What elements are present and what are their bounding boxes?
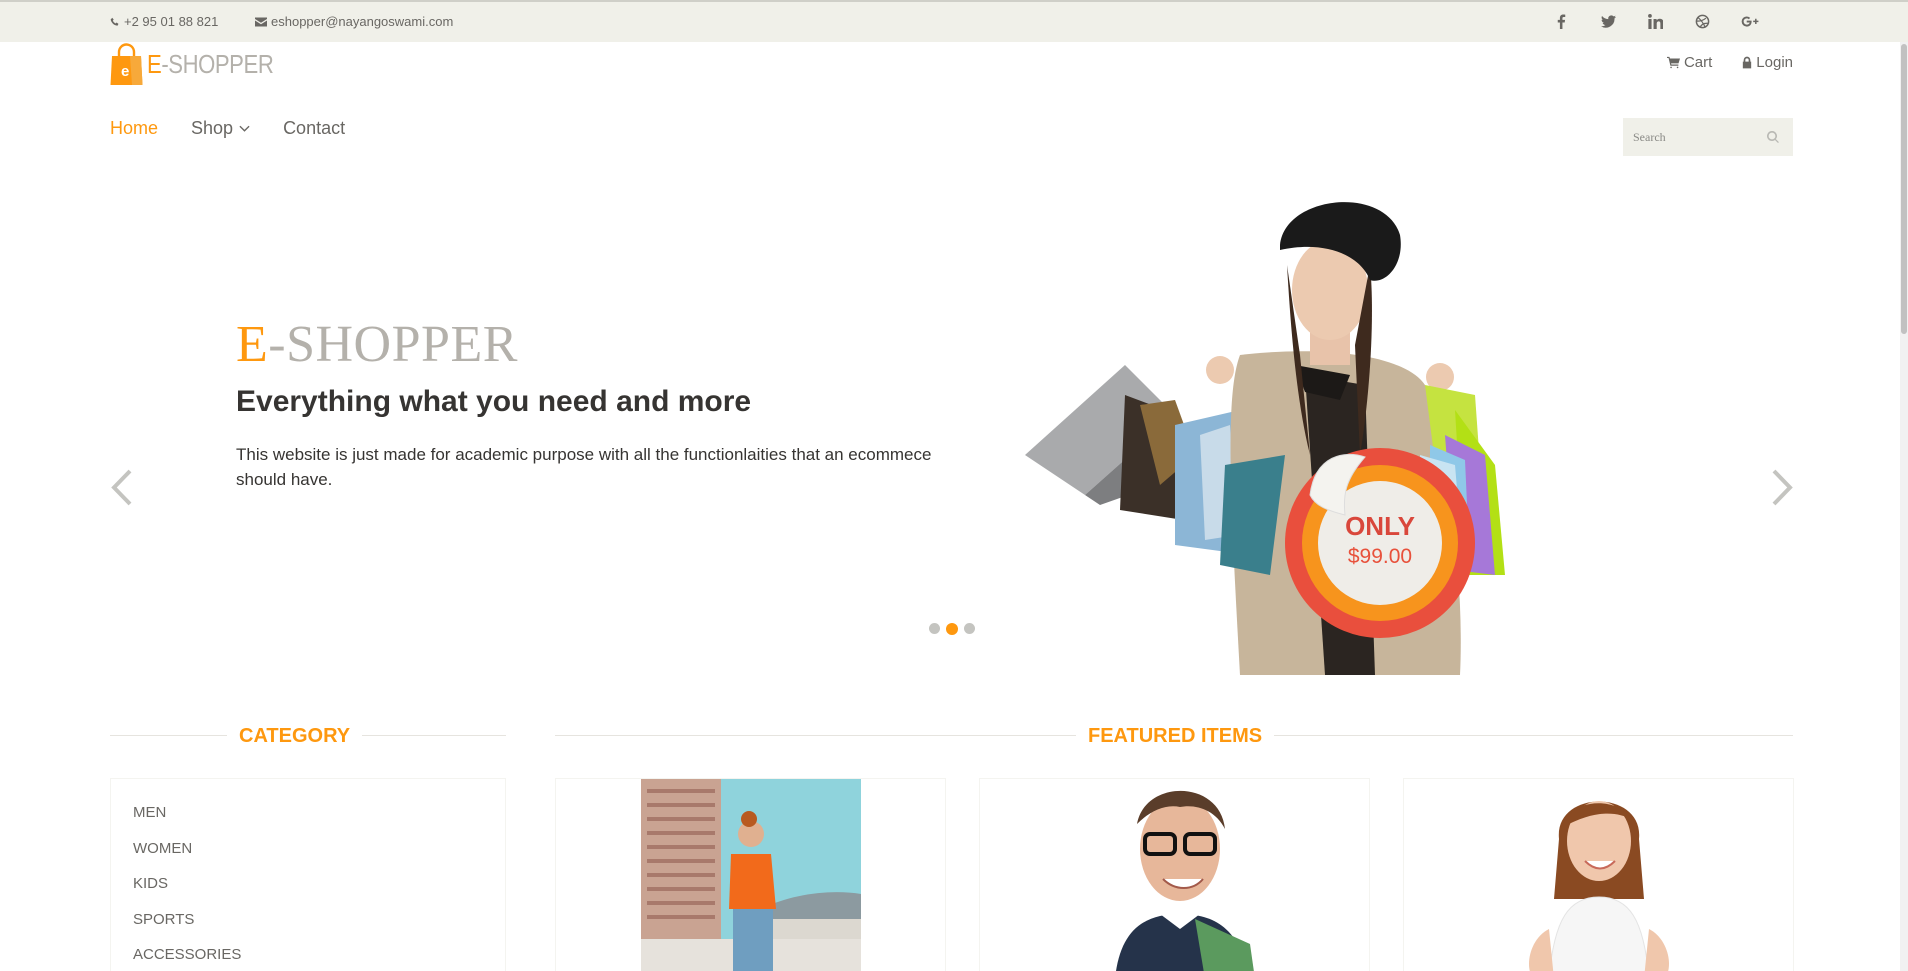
email-contact: eshopper@nayangoswami.com (255, 14, 453, 29)
twitter-icon[interactable] (1585, 12, 1632, 29)
lock-icon (1743, 56, 1752, 69)
search-input[interactable] (1633, 129, 1763, 145)
page-scrollbar[interactable] (1900, 42, 1908, 971)
category-panel: MEN WOMEN KIDS SPORTS ACCESSORIES (110, 778, 506, 971)
nav-shop[interactable]: Shop (191, 118, 250, 139)
nav-contact[interactable]: Contact (283, 118, 345, 139)
category-item-accessories[interactable]: ACCESSORIES (133, 943, 483, 971)
slider-dot-2[interactable] (946, 622, 958, 635)
chevron-left-icon (111, 469, 132, 506)
cart-icon (1666, 56, 1680, 69)
hero-image-shopper-woman: ONLY $99.00 (1025, 202, 1505, 675)
product-image-woman-white-tshirt (1498, 779, 1699, 971)
email-address: eshopper@nayangoswami.com (271, 14, 454, 29)
category-item-sports[interactable]: SPORTS (133, 908, 483, 944)
product-card[interactable] (979, 778, 1370, 971)
dribbble-icon[interactable] (1679, 12, 1726, 29)
cart-link[interactable]: Cart (1666, 54, 1712, 71)
social-links (1538, 12, 1773, 29)
svg-text:e: e (121, 63, 129, 80)
chevron-right-icon (1772, 469, 1793, 506)
category-item-kids[interactable]: KIDS (133, 872, 483, 908)
search-box (1623, 118, 1793, 156)
product-image-girl-orange-shirt (640, 779, 861, 971)
hero-slider: E-SHOPPER Everything what you need and m… (0, 185, 1908, 675)
site-logo[interactable]: e E-SHOPPER (110, 42, 296, 86)
badge-only-text: ONLY (1345, 511, 1415, 541)
envelope-icon (255, 17, 267, 26)
category-heading-text: CATEGORY (227, 725, 363, 748)
facebook-icon[interactable] (1538, 12, 1585, 29)
slider-dot-3[interactable] (964, 623, 975, 634)
slider-prev-button[interactable] (108, 465, 138, 510)
linkedin-icon[interactable] (1632, 12, 1679, 29)
product-card[interactable] (555, 778, 946, 971)
slider-description: This website is just made for academic p… (236, 445, 932, 489)
category-list: MEN WOMEN KIDS SPORTS ACCESSORIES (111, 779, 505, 971)
slider-title: E-SHOPPER (236, 316, 518, 373)
phone-contact: +2 95 01 88 821 (110, 14, 218, 29)
account-menu: Cart Login (1666, 54, 1793, 71)
product-card[interactable] (1403, 778, 1794, 971)
product-image-man-glasses (1074, 779, 1275, 971)
google-plus-icon[interactable] (1726, 12, 1773, 29)
slider-subtitle: Everything what you need and more (236, 385, 752, 418)
category-item-women[interactable]: WOMEN (133, 837, 483, 873)
slider-indicators (929, 622, 975, 635)
login-link[interactable]: Login (1742, 54, 1793, 71)
badge-price-text: $99.00 (1348, 545, 1412, 568)
featured-items-heading: FEATURED ITEMS (555, 725, 1793, 748)
slider-dot-1[interactable] (929, 623, 940, 634)
nav-home[interactable]: Home (110, 118, 158, 139)
featured-items-heading-text: FEATURED ITEMS (1076, 725, 1275, 748)
chevron-down-icon (239, 125, 250, 132)
top-contact-bar: +2 95 01 88 821 eshopper@nayangoswami.co… (0, 0, 1908, 42)
slider-next-button[interactable] (1766, 465, 1796, 510)
search-icon[interactable] (1767, 131, 1779, 143)
phone-number: +2 95 01 88 821 (124, 14, 219, 29)
category-item-men[interactable]: MEN (133, 801, 483, 837)
phone-icon (110, 17, 119, 26)
main-navigation: Home Shop Contact (110, 118, 345, 139)
scrollbar-thumb[interactable] (1901, 44, 1907, 334)
category-heading: CATEGORY (110, 725, 506, 748)
shopping-bag-logo-icon: e (110, 43, 143, 85)
logo-text: E-SHOPPER (147, 48, 274, 79)
